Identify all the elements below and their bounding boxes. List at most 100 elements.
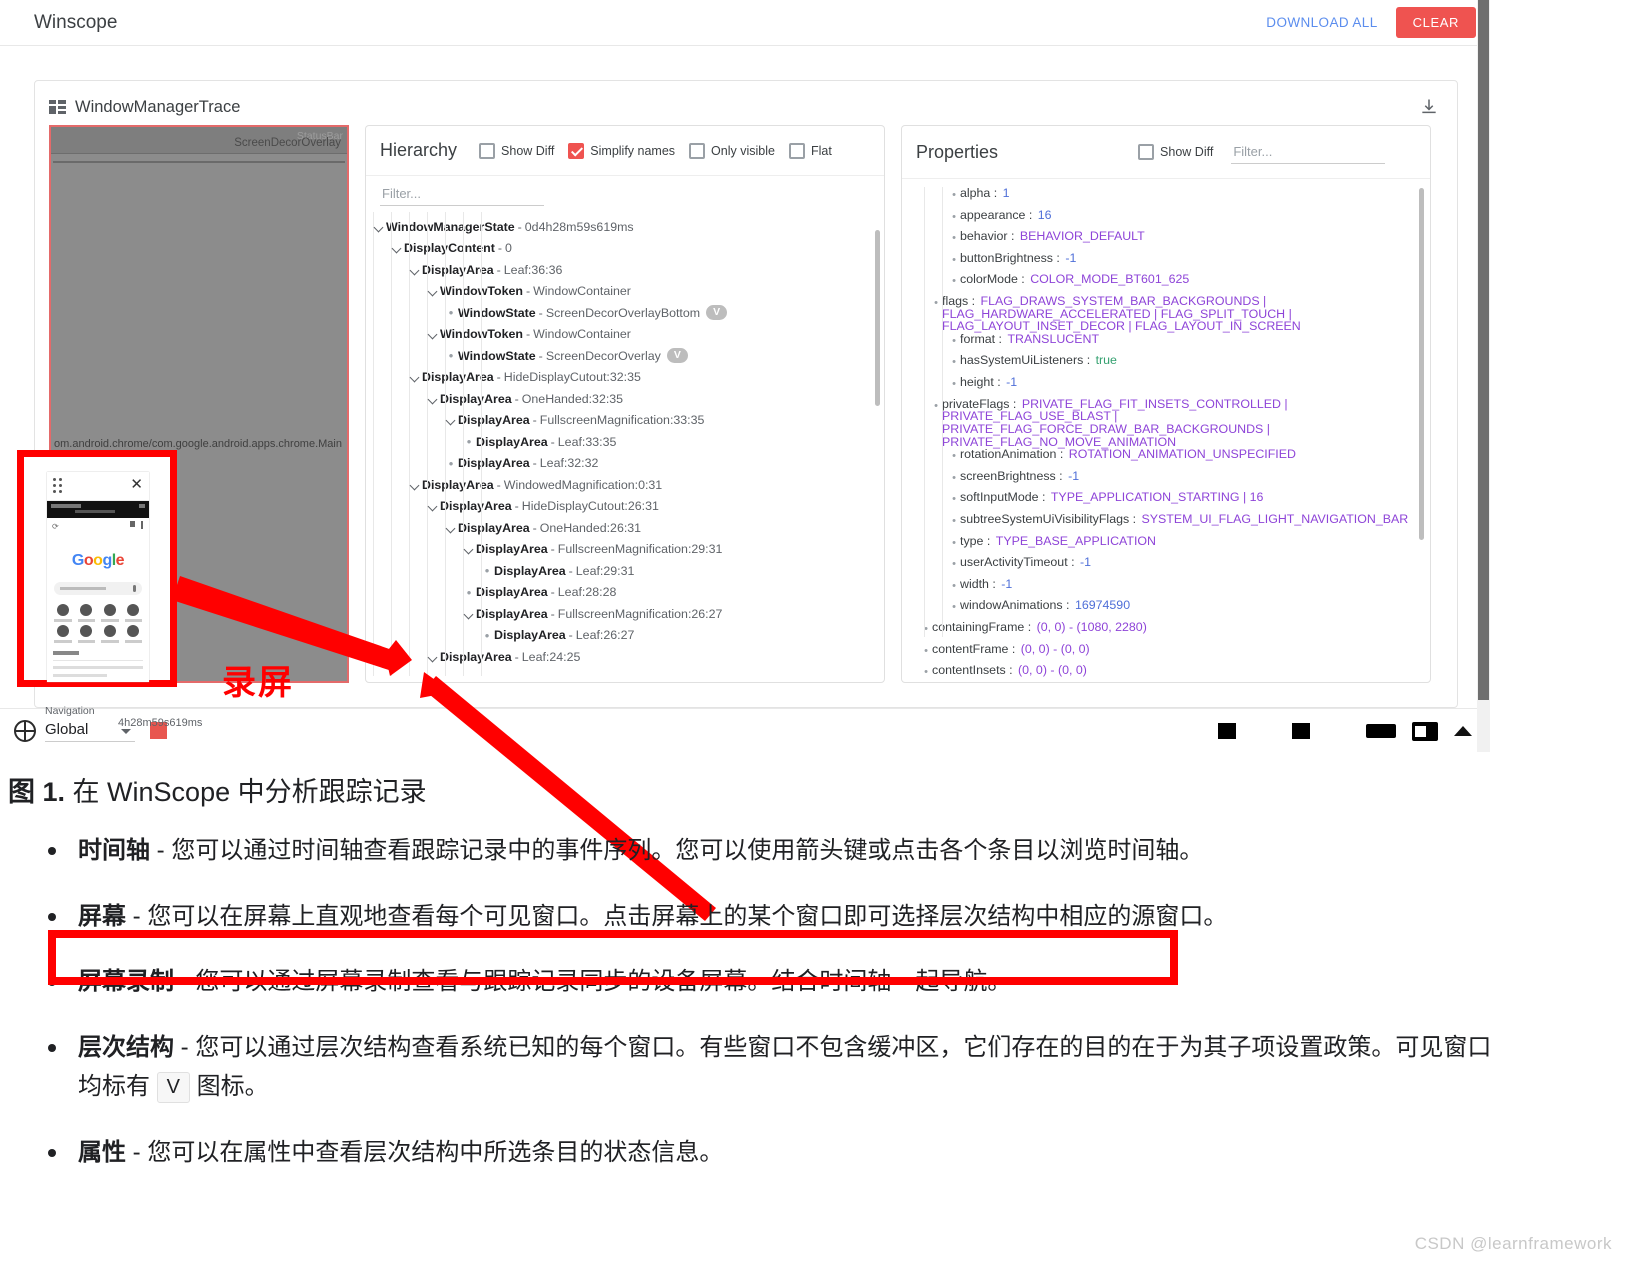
tile[interactable] <box>99 625 121 643</box>
hierarchy-filter-input[interactable] <box>380 182 544 206</box>
chevron-down-icon[interactable] <box>444 521 458 535</box>
leaf-dot-icon[interactable]: • <box>480 629 494 642</box>
hierarchy-flat-toggle[interactable]: Flat <box>789 143 832 159</box>
chevron-down-icon[interactable] <box>426 284 440 298</box>
tree-node[interactable]: DisplayArea-FullscreenMagnification:29:3… <box>372 539 878 561</box>
app-scrollbar[interactable] <box>1477 0 1490 752</box>
leaf-dot-icon[interactable]: • <box>444 349 458 362</box>
property-value: 16974590 <box>1075 598 1130 612</box>
bullet-text: - 您可以在属性中查看层次结构中所选条目的状态信息。 <box>126 1139 723 1166</box>
recording-frame: ✕ ⟳ Google <box>47 472 149 682</box>
tile[interactable] <box>123 625 145 643</box>
tree-node[interactable]: DisplayArea-Leaf:36:36 <box>372 259 878 281</box>
property-value: (0, 0) - (0, 0) <box>1018 663 1087 677</box>
leaf-dot-icon[interactable]: • <box>444 457 458 470</box>
bullet-text: - 您可以通过层次结构查看系统已知的每个窗口。有些窗口不包含缓冲区，它们存在的目… <box>78 1034 1491 1101</box>
chevron-down-icon[interactable] <box>462 607 476 621</box>
tree-node[interactable]: •DisplayArea-Leaf:32:32 <box>372 453 878 475</box>
tree-node[interactable]: WindowToken-WindowContainer <box>372 324 878 346</box>
tree-node[interactable]: DisplayArea-Leaf:24:25 <box>372 646 878 668</box>
tree-node[interactable]: DisplayArea-WindowedMagnification:0:31 <box>372 474 878 496</box>
simplify-names-checkbox[interactable] <box>568 143 584 159</box>
hierarchy-tree[interactable]: WindowManagerState-0d4h28m59s619msDispla… <box>366 206 884 676</box>
hierarchy-scrollbar[interactable] <box>875 230 880 406</box>
highlight-box-screen-recording <box>48 930 1178 985</box>
download-icon[interactable] <box>1419 97 1439 117</box>
close-icon[interactable]: ✕ <box>130 477 143 492</box>
chevron-down-icon[interactable] <box>444 413 458 427</box>
property-row: •buttonBrightness : -1 <box>908 252 1422 274</box>
chevron-down-icon[interactable] <box>408 370 422 384</box>
clear-button[interactable]: CLEAR <box>1396 7 1476 38</box>
bullet-term: 层次结构 <box>78 1034 174 1061</box>
properties-show-diff-toggle[interactable]: Show Diff <box>1138 144 1213 160</box>
tree-node[interactable]: •DisplayArea-Leaf:33:35 <box>372 431 878 453</box>
flat-checkbox[interactable] <box>789 143 805 159</box>
leaf-dot-icon[interactable]: • <box>462 435 476 448</box>
property-text: buttonBrightness : -1 <box>960 252 1076 265</box>
tree-node[interactable]: DisplayArea-HideDisplayCutout:32:35 <box>372 367 878 389</box>
tile[interactable] <box>52 625 74 643</box>
download-all-button[interactable]: DOWNLOAD ALL <box>1266 15 1377 30</box>
stop-icon[interactable] <box>1218 723 1236 739</box>
properties-list[interactable]: •alpha : 1•appearance : 16•behavior : BE… <box>902 179 1430 679</box>
property-row: •width : -1 <box>908 578 1422 600</box>
property-key: windowAnimations : <box>960 598 1073 612</box>
tree-node-separator: - <box>515 393 519 405</box>
expand-up-icon[interactable] <box>1454 726 1472 736</box>
properties-scrollbar[interactable] <box>1419 188 1424 540</box>
property-key: hasSystemUiListeners : <box>960 353 1094 367</box>
tree-node[interactable]: DisplayContent-0 <box>372 238 878 260</box>
hierarchy-show-diff-toggle[interactable]: Show Diff <box>479 143 554 159</box>
tree-node[interactable]: •WindowState-ScreenDecorOverlayBottomV <box>372 302 878 324</box>
picture-in-picture-icon[interactable] <box>1412 722 1438 741</box>
property-key: screenBrightness : <box>960 469 1066 483</box>
tree-node[interactable]: •DisplayArea-Leaf:28:28 <box>372 582 878 604</box>
fullscreen-icon[interactable] <box>1366 724 1396 738</box>
tree-node[interactable]: WindowToken-WindowContainer <box>372 281 878 303</box>
tree-node[interactable]: •WindowState-ScreenDecorOverlayV <box>372 345 878 367</box>
drag-handle-icon[interactable] <box>53 478 67 493</box>
screen-recording-thumbnail[interactable]: ✕ ⟳ Google <box>17 450 177 687</box>
simplify-names-label: Simplify names <box>590 144 675 158</box>
tree-node[interactable]: DisplayArea-HideDisplayCutout:26:31 <box>372 496 878 518</box>
leaf-dot-icon[interactable]: • <box>462 586 476 599</box>
timeline-controls <box>1218 722 1490 741</box>
search-box[interactable] <box>54 582 142 595</box>
show-diff-checkbox[interactable] <box>479 143 495 159</box>
chevron-down-icon[interactable] <box>408 263 422 277</box>
properties-show-diff-checkbox[interactable] <box>1138 144 1154 160</box>
tree-node[interactable]: •DisplayArea-Leaf:29:31 <box>372 560 878 582</box>
only-visible-checkbox[interactable] <box>689 143 705 159</box>
chevron-down-icon[interactable] <box>372 220 386 234</box>
tile[interactable] <box>76 604 98 622</box>
property-key: userActivityTimeout : <box>960 555 1078 569</box>
tree-node[interactable]: WindowManagerState-0d4h28m59s619ms <box>372 216 878 238</box>
chevron-down-icon[interactable] <box>390 241 404 255</box>
leaf-dot-icon[interactable]: • <box>480 564 494 577</box>
tree-node-value: WindowContainer <box>533 285 631 297</box>
tree-node[interactable]: •DisplayArea-Leaf:26:27 <box>372 625 878 647</box>
tile[interactable] <box>76 625 98 643</box>
tree-node[interactable]: DisplayArea-FullscreenMagnification:26:2… <box>372 603 878 625</box>
tree-node[interactable]: DisplayArea-OneHanded:26:31 <box>372 517 878 539</box>
chevron-down-icon[interactable] <box>426 327 440 341</box>
hierarchy-only-visible-toggle[interactable]: Only visible <box>689 143 775 159</box>
leaf-dot-icon[interactable]: • <box>444 306 458 319</box>
chevron-down-icon[interactable] <box>426 650 440 664</box>
properties-filter-input[interactable] <box>1231 140 1385 164</box>
tile[interactable] <box>99 604 121 622</box>
tile[interactable] <box>52 604 74 622</box>
chevron-down-icon[interactable] <box>426 499 440 513</box>
tile[interactable] <box>123 604 145 622</box>
tree-node[interactable]: DisplayArea-FullscreenMagnification:33:3… <box>372 410 878 432</box>
chevron-down-icon[interactable] <box>462 542 476 556</box>
hierarchy-simplify-names-toggle[interactable]: Simplify names <box>568 143 675 159</box>
chevron-down-icon[interactable] <box>426 392 440 406</box>
preview-screendecor-label: ScreenDecorOverlay <box>234 137 341 149</box>
tree-node[interactable]: DisplayArea-OneHanded:32:35 <box>372 388 878 410</box>
shortcut-tiles <box>52 604 144 643</box>
chevron-down-icon[interactable] <box>408 478 422 492</box>
stop-icon-2[interactable] <box>1292 723 1310 739</box>
tree-node-separator: - <box>551 543 555 555</box>
